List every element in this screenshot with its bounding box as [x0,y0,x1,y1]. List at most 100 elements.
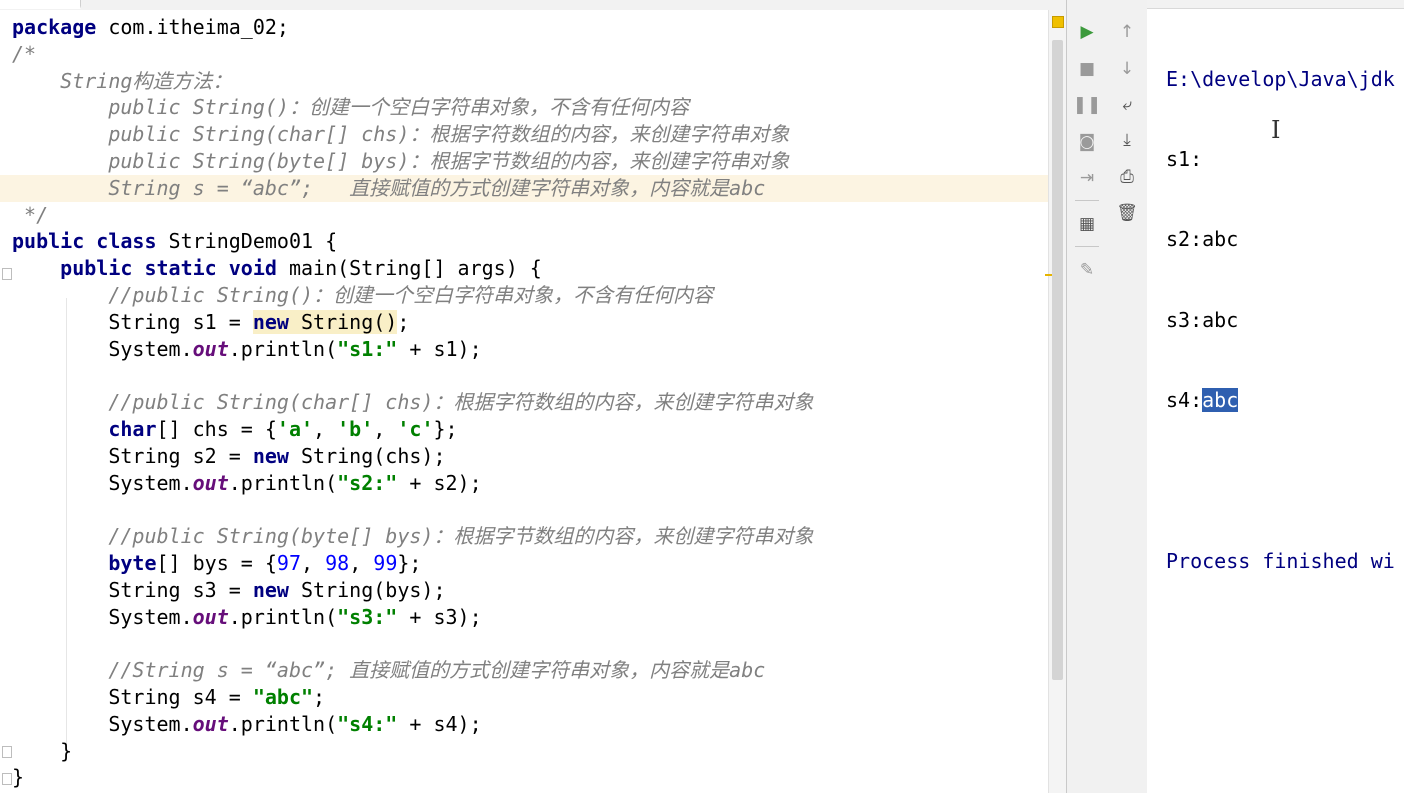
code-line[interactable]: public String(char[] chs)：根据字符数组的内容，来创建字… [12,121,1048,148]
code-line[interactable]: byte[] bys = {97, 98, 99}; [12,550,1048,577]
console-path-line: E:\develop\Java\jdk [1166,66,1395,91]
code-line[interactable]: public static void main(String[] args) { [12,255,1048,282]
print-icon[interactable]: ⎙ [1115,165,1139,189]
code-token: 'a' [276,416,314,441]
warning-indicator-icon[interactable] [1052,16,1064,28]
code-token: , [349,550,374,575]
code-token: out [192,711,229,736]
pause-icon[interactable]: ❚❚ [1073,93,1102,117]
code-token: */ [12,202,49,227]
fold-marker-icon[interactable] [2,746,12,758]
code-line[interactable]: } [12,738,1048,765]
code-token: 99 [373,550,398,575]
fold-marker-icon[interactable] [2,773,12,785]
code-token: String(chs); [288,443,446,468]
fold-marker-icon[interactable] [2,268,12,280]
code-line[interactable]: public String(byte[] bys)：根据字节数组的内容，来创建字… [12,148,1048,175]
run-toolbar-right: ↑ ↓ ⤶ ⤓ ⎙ 🗑 [1107,0,1148,793]
code-token: public static void [60,256,277,281]
code-token: char [108,416,157,441]
code-token: .println( [228,604,338,629]
code-token: .println( [228,336,338,361]
code-line[interactable] [12,496,1048,523]
console-selection[interactable]: abc [1202,388,1239,413]
code-line[interactable] [12,630,1048,657]
console-line-s4: s4:abc [1166,387,1395,414]
code-token: //public String(byte[] bys)：根据字节数组的内容，来创… [12,524,814,549]
code-line[interactable]: //String s = “abc”; 直接赋值的方式创建字符串对象，内容就是a… [12,657,1048,684]
text-cursor-icon: I [1271,116,1281,144]
toolbar-separator [1075,246,1099,247]
code-line[interactable]: package com.itheima_02; [12,14,1048,41]
code-line[interactable]: String构造方法： [12,68,1048,95]
code-line[interactable]: System.out.println("s4:" + s4); [12,711,1048,738]
code-token: [] chs = { [156,416,277,441]
code-line[interactable]: } [12,764,1048,791]
code-line[interactable]: String s1 = new String(); [12,309,1048,336]
code-line[interactable]: public class StringDemo01 { [12,228,1048,255]
code-token: "s3:" [337,604,398,629]
code-token: package [12,15,97,39]
code-line[interactable]: //public String(byte[] bys)：根据字节数组的内容，来创… [12,523,1048,550]
code-token: main(String[] args) { [276,256,542,281]
code-line[interactable]: String s2 = new String(chs); [12,443,1048,470]
code-token: , [373,416,398,441]
code-token: public String(char[] chs)：根据字符数组的内容，来创建字… [12,122,790,147]
code-token: /* [12,41,37,66]
code-line[interactable]: char[] chs = {'a', 'b', 'c'}; [12,416,1048,443]
code-line[interactable] [12,362,1048,389]
code-token: "s1:" [337,336,398,361]
code-line[interactable]: System.out.println("s2:" + s2); [12,470,1048,497]
code-line[interactable]: /* [12,41,1048,68]
down-arrow-icon[interactable]: ↓ [1115,57,1139,81]
console-output[interactable]: E:\develop\Java\jdk s1: s2:abc s3:abc s4… [1166,12,1395,628]
code-line[interactable]: System.out.println("s3:" + s3); [12,604,1048,631]
code-token: + s3); [397,604,482,629]
code-editor[interactable]: package com.itheima_02;/* String构造方法： pu… [0,10,1048,793]
stop-icon[interactable]: ■ [1075,57,1099,81]
camera-icon[interactable]: ◙ [1075,130,1099,154]
run-toolbar-left: ▶ ■ ❚❚ ◙ ⇥ ▦ ✎ [1066,0,1108,793]
code-line[interactable]: System.out.println("s1:" + s1); [12,336,1048,363]
code-token: "s2:" [337,470,398,495]
layout-icon[interactable]: ▦ [1075,212,1099,236]
editor-tab[interactable] [0,0,81,9]
console-process-finished: Process finished wi [1166,548,1395,573]
pin-icon[interactable]: ✎ [1075,258,1099,282]
code-line[interactable]: //public String(char[] chs)：根据字符数组的内容，来创… [12,389,1048,416]
code-token: 97 [276,550,302,575]
code-token: System. [12,470,193,495]
code-token: new [252,443,289,468]
code-token: , [313,416,338,441]
code-token: 98 [325,550,350,575]
code-token: } [12,738,73,763]
code-token: StringDemo01 { [156,229,338,254]
code-line[interactable]: //public String()：创建一个空白字符串对象，不含有任何内容 [12,282,1048,309]
code-token: ; [397,309,410,334]
code-token: //public String()：创建一个空白字符串对象，不含有任何内容 [12,282,714,307]
soft-wrap-icon[interactable]: ⤶ [1115,93,1139,117]
code-token: String(bys); [288,577,446,602]
code-line[interactable]: String s3 = new String(bys); [12,577,1048,604]
code-line[interactable]: String s = “abc”; 直接赋值的方式创建字符串对象，内容就是abc [0,174,1048,202]
code-token: new [252,577,289,602]
code-line[interactable]: String s4 = "abc"; [12,684,1048,711]
code-token: public String(byte[] bys)：根据字节数组的内容，来创建字… [12,148,790,173]
trash-icon[interactable]: 🗑 [1115,201,1139,225]
console-line-s3: s3:abc [1166,307,1239,332]
scroll-to-end-icon[interactable]: ⤓ [1115,128,1139,152]
code-lines[interactable]: package com.itheima_02;/* String构造方法： pu… [0,14,1048,791]
code-token: String s3 = [12,577,253,602]
editor-scrollbar[interactable] [1045,10,1067,793]
scrollbar-thumb[interactable] [1052,40,1063,680]
exit-icon[interactable]: ⇥ [1075,166,1099,190]
code-token: System. [12,336,193,361]
up-arrow-icon[interactable]: ↑ [1115,20,1139,44]
code-token: System. [12,604,193,629]
code-token: String构造方法： [12,68,233,93]
rerun-icon[interactable]: ▶ [1075,20,1099,44]
code-line[interactable]: public String()：创建一个空白字符串对象，不含有任何内容 [12,94,1048,121]
code-line[interactable]: */ [12,202,1048,229]
